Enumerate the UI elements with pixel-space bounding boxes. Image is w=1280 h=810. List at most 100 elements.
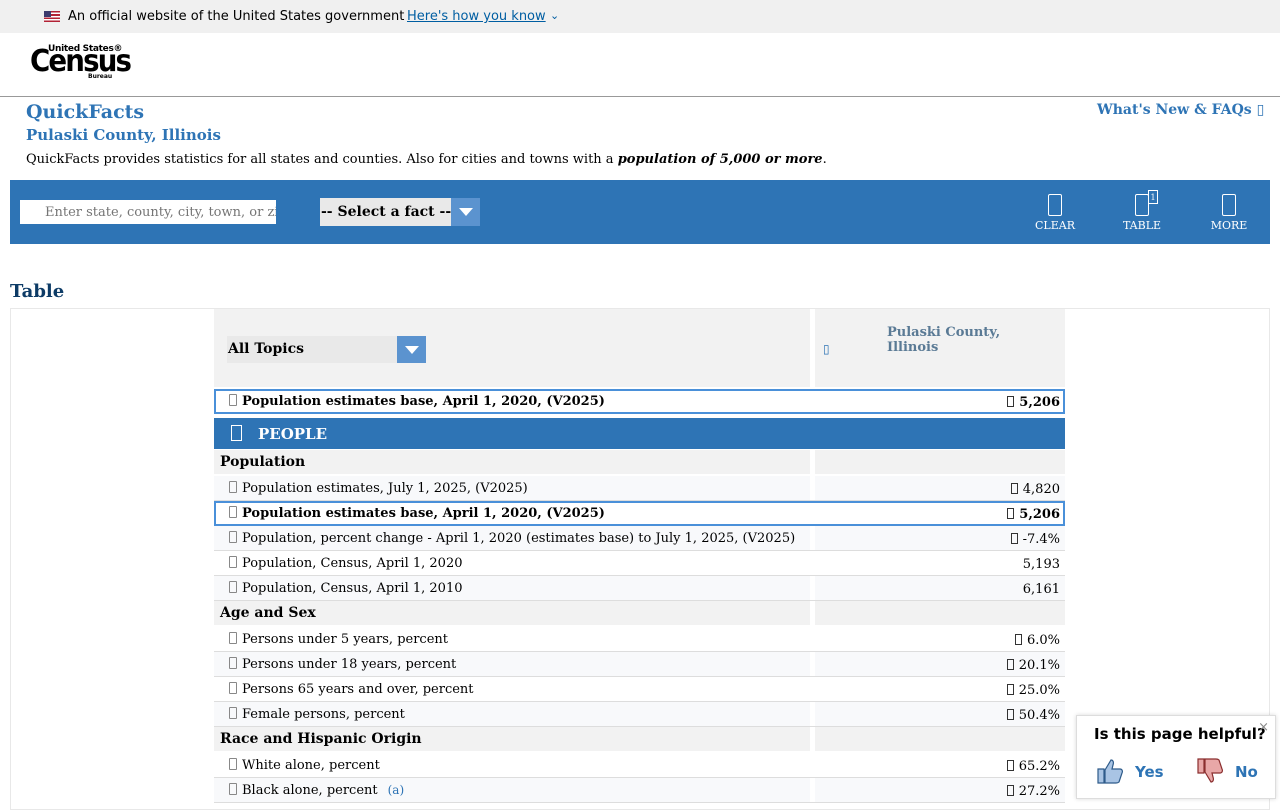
info-icon[interactable] xyxy=(229,657,237,669)
chevron-down-icon[interactable] xyxy=(397,336,426,363)
info-icon[interactable] xyxy=(229,707,237,719)
whats-new-label: What's New & FAQs xyxy=(1097,102,1257,118)
info-icon[interactable] xyxy=(229,531,237,543)
row-value: 50.4% xyxy=(1006,708,1060,723)
info-icon[interactable] xyxy=(229,758,237,770)
column-info-icon[interactable]: ▯ xyxy=(823,342,830,356)
clear-button[interactable]: CLEAR xyxy=(1025,192,1085,236)
row-value: 20.1% xyxy=(1006,658,1060,673)
info-icon[interactable] xyxy=(229,481,237,493)
table-count-badge: 1 xyxy=(1148,190,1158,204)
column-divider xyxy=(810,677,815,701)
description-emphasis: population of 5,000 or more xyxy=(617,152,823,167)
category-row-value-cell xyxy=(815,727,1065,751)
column-divider xyxy=(810,576,815,600)
row-value: 27.2% xyxy=(1006,784,1060,799)
row-label: Persons 65 years and over, percent xyxy=(242,682,474,697)
table-row[interactable]: Population, Census, April 1, 2020 5,193 xyxy=(214,551,1065,576)
category-label: Population xyxy=(220,454,306,470)
table-header-right: ▯ Pulaski County, Illinois xyxy=(815,309,1065,387)
row-value-text: 6.0% xyxy=(1026,633,1060,648)
table-row[interactable]: Persons 65 years and over, percent 25.0% xyxy=(214,677,1065,702)
row-value: 5,193 xyxy=(1023,557,1060,572)
table-row[interactable]: Population, Census, April 1, 2010 6,161 xyxy=(214,576,1065,601)
column-divider xyxy=(810,601,815,625)
category-label: Age and Sex xyxy=(220,605,316,621)
table-heading: Table xyxy=(10,281,65,302)
table-button[interactable]: 1 TABLE xyxy=(1112,190,1172,236)
column-divider xyxy=(810,702,815,726)
info-icon[interactable] xyxy=(229,581,237,593)
info-icon[interactable] xyxy=(229,556,237,568)
search-input[interactable] xyxy=(20,200,276,224)
whats-new-faqs-link[interactable]: What's New & FAQs ▯ xyxy=(1097,102,1264,118)
more-button[interactable]: MORE xyxy=(1199,192,1259,236)
clear-label: CLEAR xyxy=(1035,219,1075,232)
description-text: QuickFacts provides statistics for all s… xyxy=(26,152,618,167)
people-icon xyxy=(231,425,242,441)
logo-main-text: Census xyxy=(30,44,132,79)
row-value-text: 25.0% xyxy=(1018,683,1060,698)
table-row[interactable]: White alone, percent 65.2% xyxy=(214,753,1065,778)
flag-icon xyxy=(1006,659,1014,670)
table-row[interactable]: Population, percent change - April 1, 20… xyxy=(214,526,1065,551)
info-icon[interactable] xyxy=(229,632,237,644)
category-row: Population xyxy=(214,450,1065,474)
table-row[interactable]: Persons under 18 years, percent 20.1% xyxy=(214,652,1065,677)
row-value: -7.4% xyxy=(1010,532,1060,547)
table-row[interactable]: Black alone, percent (a) 27.2% xyxy=(214,778,1065,803)
table-row[interactable]: Persons under 5 years, percent 6.0% xyxy=(214,627,1065,652)
category-row: Race and Hispanic Origin xyxy=(214,727,1065,751)
row-label: Population, Census, April 1, 2020 xyxy=(242,556,463,571)
flag-icon xyxy=(1007,396,1015,407)
pinned-row[interactable]: Population estimates base, April 1, 2020… xyxy=(214,389,1065,414)
table-row[interactable]: Female persons, percent 50.4% xyxy=(214,702,1065,727)
row-value: 6.0% xyxy=(1014,633,1060,648)
people-section-label: PEOPLE xyxy=(258,425,328,443)
column-divider xyxy=(810,526,815,550)
external-link-icon: ▯ xyxy=(1256,102,1265,118)
info-icon[interactable] xyxy=(229,394,237,406)
chevron-down-icon[interactable]: ⌄ xyxy=(550,9,559,22)
all-topics-dropdown[interactable]: All Topics xyxy=(227,336,426,363)
gov-banner: An official website of the United States… xyxy=(0,0,1280,33)
close-icon[interactable]: × xyxy=(1258,720,1269,735)
row-value-text: 20.1% xyxy=(1018,658,1060,673)
feedback-no-label: No xyxy=(1235,763,1258,781)
logo-sub-text: Bureau xyxy=(88,73,113,80)
select-fact-dropdown[interactable]: -- Select a fact -- xyxy=(320,198,480,226)
chevron-down-icon[interactable] xyxy=(451,198,480,226)
row-label: Persons under 18 years, percent xyxy=(242,657,457,672)
column-divider xyxy=(810,476,815,500)
row-label: Population, percent change - April 1, 20… xyxy=(242,531,796,546)
flag-icon xyxy=(1010,533,1018,544)
us-flag-icon xyxy=(44,11,60,22)
flag-icon xyxy=(1010,483,1018,494)
category-row: Age and Sex xyxy=(214,601,1065,625)
row-value-text: 5,206 xyxy=(1019,507,1060,522)
info-icon[interactable] xyxy=(229,682,237,694)
table-row[interactable]: Population estimates, July 1, 2025, (V20… xyxy=(214,476,1065,501)
info-icon[interactable] xyxy=(229,783,237,795)
page-title[interactable]: QuickFacts xyxy=(26,101,144,123)
row-label: White alone, percent xyxy=(242,758,380,773)
row-value: 5,206 xyxy=(1007,507,1060,522)
info-icon[interactable] xyxy=(229,506,237,518)
site-header: United States® Census Bureau xyxy=(0,33,1280,97)
row-value-text: 5,193 xyxy=(1022,557,1060,572)
table-row[interactable]: Population estimates base, April 1, 2020… xyxy=(214,501,1065,526)
row-value-text: 27.2% xyxy=(1018,784,1060,799)
column-divider xyxy=(810,753,815,777)
column-divider xyxy=(810,652,815,676)
select-fact-label: -- Select a fact -- xyxy=(321,204,452,220)
category-row-value-cell xyxy=(815,450,1065,474)
row-label: Black alone, percent (a) xyxy=(242,783,405,798)
heres-how-you-know-link[interactable]: Here's how you know xyxy=(407,9,546,24)
people-section-header[interactable]: PEOPLE xyxy=(214,418,1065,449)
footnote-link[interactable]: (a) xyxy=(388,783,405,797)
column-header-county[interactable]: Pulaski County, Illinois xyxy=(887,325,1007,355)
row-label: Population estimates, July 1, 2025, (V20… xyxy=(242,481,528,496)
flag-icon xyxy=(1006,760,1014,771)
more-label: MORE xyxy=(1210,219,1248,232)
clear-icon xyxy=(1048,194,1062,216)
